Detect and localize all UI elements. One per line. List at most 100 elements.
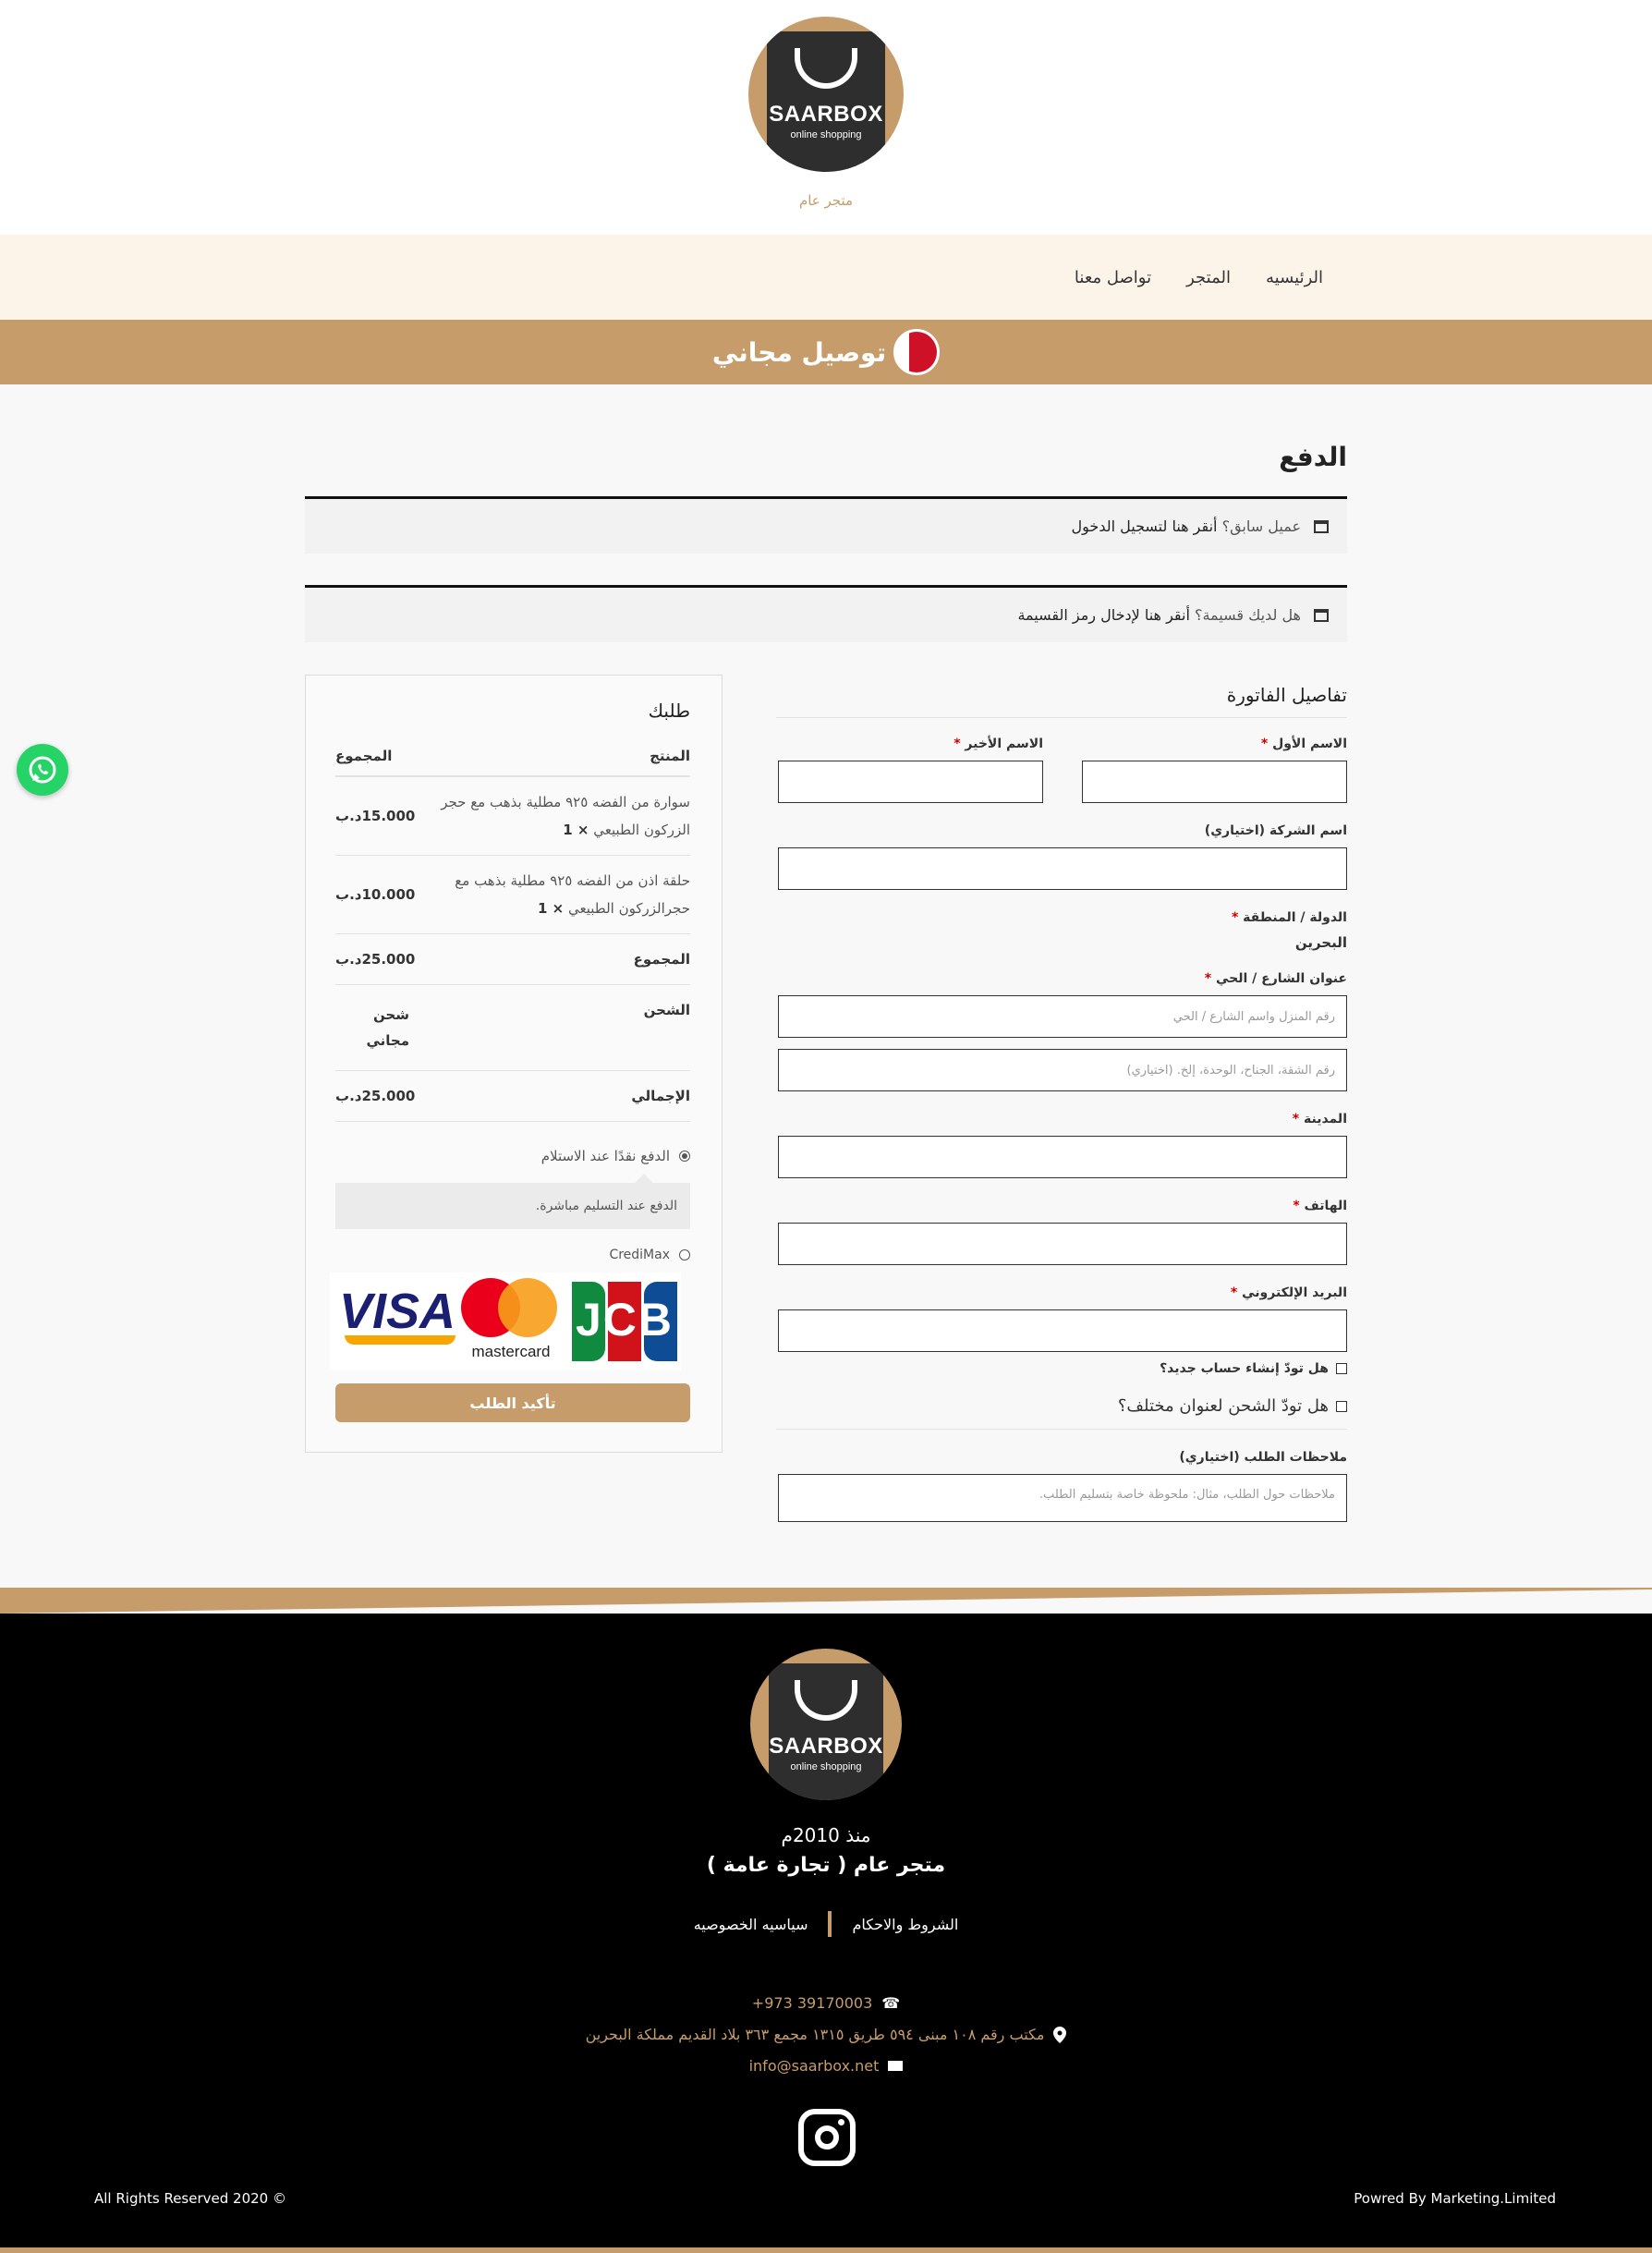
create-account-label: هل تودّ إنشاء حساب جديد؟	[1160, 1361, 1329, 1376]
ship-different-label: هل تودّ الشحن لعنوان مختلف؟	[1117, 1396, 1329, 1416]
first-name-label: الاسم الأول *	[1260, 737, 1347, 751]
footer-privacy-link[interactable]: سياسيه الخصوصيه	[694, 1916, 808, 1933]
logo-title: SAARBOX	[769, 102, 883, 127]
footer-phone[interactable]: +973 39170003	[752, 1994, 872, 2012]
item-qty: × 1	[563, 822, 589, 838]
subtotal-value: 25.000د.ب	[335, 951, 416, 968]
site-footer: SAARBOX online shopping منذ 2010م متجر ع…	[0, 1614, 1652, 2253]
subtotal-row: المجموع 25.000د.ب	[335, 934, 690, 985]
item-price: 10.000د.ب	[335, 886, 416, 903]
footer-accent-stripe	[0, 1588, 1652, 1614]
footer-rights: All Rights Reserved 2020 ©	[94, 2190, 286, 2207]
shipping-row: الشحن شحن مجاني	[335, 985, 690, 1071]
order-item-row: حلقة اذن من الفضه ٩٢٥ مطلية بذهب مع حجرا…	[335, 856, 690, 934]
payment-cod-radio[interactable]	[679, 1151, 690, 1162]
logo-subtitle: online shopping	[790, 129, 862, 140]
col-total: المجموع	[335, 748, 393, 764]
city-label: المدينة *	[1292, 1112, 1347, 1126]
location-pin-icon	[1053, 2026, 1067, 2043]
site-header: SAARBOX online shopping متجر عام	[0, 0, 1652, 235]
payment-credimax-label: CrediMax	[609, 1248, 670, 1262]
whatsapp-icon	[29, 756, 56, 784]
footer-email[interactable]: info@saarbox.net	[749, 2057, 880, 2075]
last-name-label: الاسم الأخير *	[954, 737, 1043, 751]
nav-item-home[interactable]: الرئيسيه	[1266, 268, 1323, 287]
total-value: 25.000د.ب	[335, 1088, 416, 1104]
footer-bottom-bar	[0, 2247, 1652, 2253]
street-address-field[interactable]: رقم المنزل واسم الشارع / الحي	[778, 995, 1347, 1038]
footer-since: منذ 2010م	[781, 1824, 871, 1846]
login-link[interactable]: أنقر هنا لتسجيل الدخول	[1072, 518, 1218, 535]
phone-icon: ☎	[881, 1994, 901, 2012]
coupon-prompt: هل لديك قسيمة؟	[1194, 606, 1301, 624]
order-notes-field[interactable]: ملاحظات حول الطلب، مثال: ملحوظة خاصة بتس…	[778, 1474, 1347, 1522]
visa-logo: VISA	[335, 1284, 456, 1358]
order-summary: طلبك المنتج المجموع سوارة من الفضه ٩٢٥ م…	[305, 675, 723, 1453]
ship-different-checkbox[interactable]	[1336, 1400, 1347, 1412]
total-label: الإجمالي	[631, 1088, 690, 1104]
site-tagline: متجر عام	[798, 192, 854, 209]
footer-logo-title: SAARBOX	[769, 1734, 883, 1759]
footer-logo-subtitle: online shopping	[790, 1761, 862, 1772]
item-price: 15.000د.ب	[335, 808, 416, 824]
banner-text: توصيل مجاني	[711, 336, 887, 368]
billing-form: تفاصيل الفاتورة الاسم الأول * الاسم الأخ…	[776, 684, 1347, 1522]
shipping-value: شحن مجاني	[366, 1006, 409, 1049]
footer-company: متجر عام ( تجارة عامة )	[706, 1854, 946, 1877]
create-account-checkbox[interactable]	[1336, 1363, 1347, 1374]
total-row: الإجمالي 25.000د.ب	[335, 1071, 690, 1122]
returning-prompt: عميل سابق؟	[1221, 518, 1301, 535]
site-logo[interactable]: SAARBOX online shopping	[748, 17, 904, 172]
nav-item-shop[interactable]: المتجر	[1186, 268, 1231, 287]
footer-divider	[828, 1911, 832, 1937]
order-item-row: سوارة من الفضه ٩٢٥ مطلية بذهب مع حجر الز…	[335, 777, 690, 856]
ship-different-option[interactable]: هل تودّ الشحن لعنوان مختلف؟	[776, 1396, 1347, 1430]
footer-powered[interactable]: Powred By Marketing.Limited	[1354, 2190, 1556, 2207]
phone-field[interactable]	[778, 1223, 1347, 1265]
returning-customer-notice: عميل سابق؟ أنقر هنا لتسجيل الدخول	[305, 496, 1347, 554]
email-label: البريد الإلكتروني *	[1230, 1285, 1347, 1300]
last-name-field[interactable]	[778, 761, 1043, 803]
page-title: الدفع	[1279, 442, 1347, 472]
company-label: اسم الشركة (اختياري)	[1204, 823, 1347, 838]
envelope-icon	[888, 2061, 904, 2071]
col-product: المنتج	[650, 748, 690, 764]
street-label: عنوان الشارع / الحي *	[1204, 971, 1347, 986]
main-nav: الرئيسيه المتجر تواصل معنا	[0, 235, 1652, 320]
place-order-button[interactable]: تأكيد الطلب	[335, 1383, 690, 1422]
item-qty: × 1	[537, 900, 565, 917]
street-address-2-field[interactable]: رقم الشقة، الجناح، الوحدة، إلخ. (اختياري…	[778, 1049, 1347, 1091]
coupon-notice: هل لديك قسيمة؟ أنقر هنا لإدخال رمز القسي…	[305, 585, 1347, 642]
first-name-field[interactable]	[1082, 761, 1347, 803]
email-field[interactable]	[778, 1309, 1347, 1352]
subtotal-label: المجموع	[633, 951, 690, 968]
country-value: البحرين	[1294, 934, 1347, 951]
notes-label: ملاحظات الطلب (اختياري)	[1179, 1450, 1347, 1465]
order-title: طلبك	[648, 700, 690, 722]
company-field[interactable]	[778, 847, 1347, 890]
footer-address: مكتب رقم ١٠٨ مبنى ٥٩٤ طريق ١٣١٥ مجمع ٣٦٣…	[585, 2026, 1045, 2043]
payment-cod-description: الدفع عند التسليم مباشرة.	[335, 1174, 690, 1229]
payment-cards-logos: VISA mastercard JCB	[330, 1273, 681, 1370]
footer-logo[interactable]: SAARBOX online shopping	[750, 1649, 902, 1800]
payment-cod-option[interactable]: الدفع نقدًا عند الاستلام	[335, 1148, 690, 1164]
free-delivery-banner: توصيل مجاني	[0, 320, 1652, 384]
order-header-row: المنتج المجموع	[335, 748, 690, 777]
country-label: الدولة / المنطقة *	[1231, 910, 1347, 925]
city-field[interactable]	[778, 1136, 1347, 1178]
mastercard-logo: mastercard	[459, 1276, 563, 1365]
payment-credimax-option[interactable]: CrediMax	[335, 1248, 690, 1262]
window-icon	[1314, 608, 1329, 622]
bahrain-flag-icon	[893, 329, 941, 375]
payment-cod-label: الدفع نقدًا عند الاستلام	[541, 1148, 670, 1164]
nav-item-contact[interactable]: تواصل معنا	[1075, 268, 1151, 287]
create-account-option[interactable]: هل تودّ إنشاء حساب جديد؟	[776, 1361, 1347, 1376]
instagram-icon[interactable]	[798, 2109, 856, 2166]
payment-credimax-radio[interactable]	[679, 1249, 690, 1260]
footer-terms-link[interactable]: الشروط والاحكام	[852, 1916, 958, 1933]
billing-title: تفاصيل الفاتورة	[776, 684, 1347, 718]
coupon-link[interactable]: أنقر هنا لإدخال رمز القسيمة	[1017, 606, 1189, 624]
whatsapp-button[interactable]	[17, 744, 68, 796]
phone-label: الهاتف *	[1293, 1199, 1347, 1213]
shipping-label: الشحن	[643, 1002, 690, 1018]
